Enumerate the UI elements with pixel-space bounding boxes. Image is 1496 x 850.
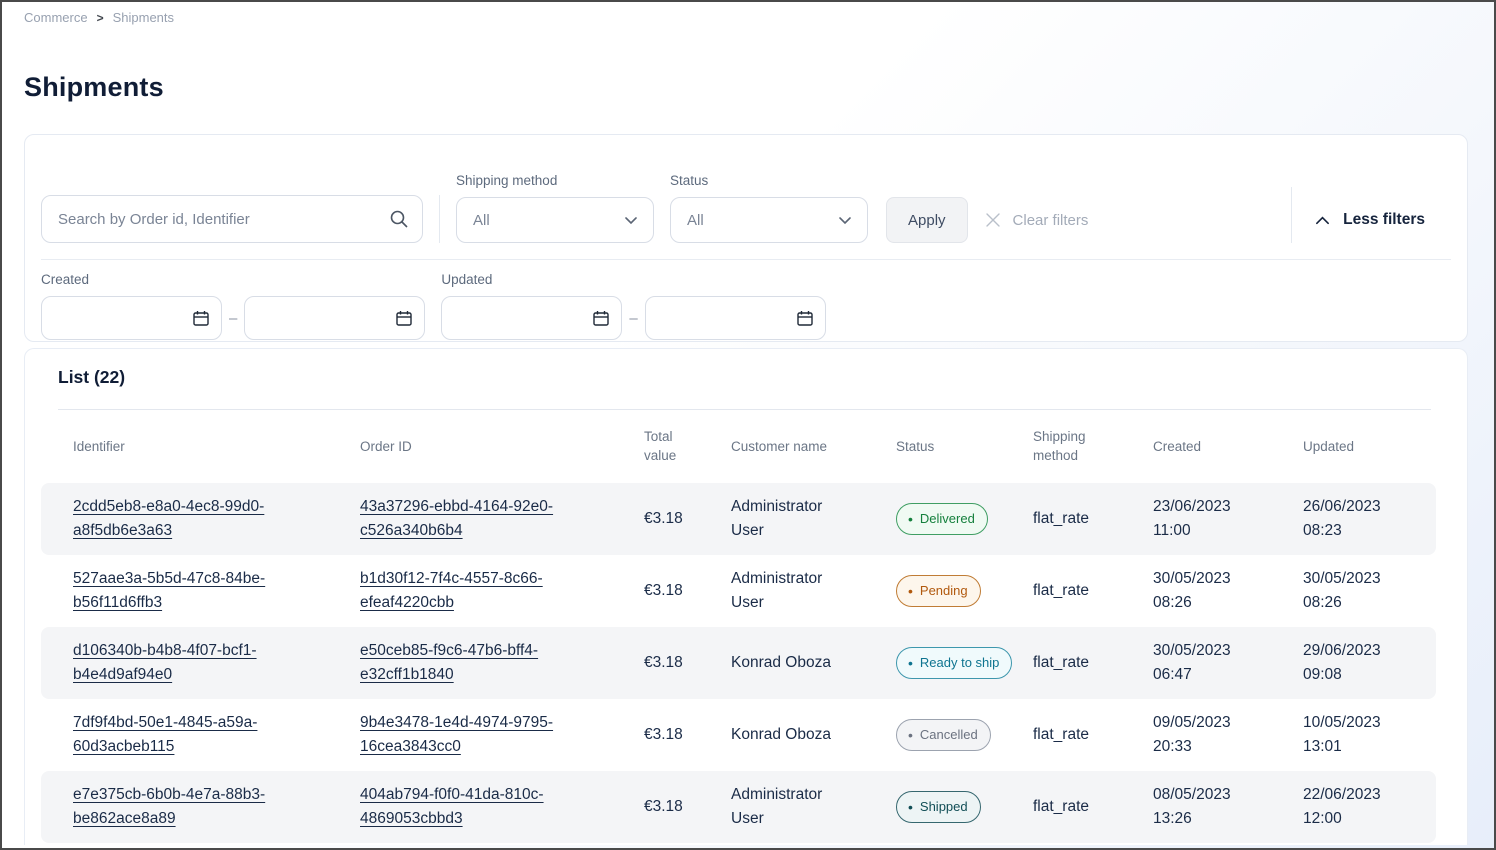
status-badge: Ready to ship [896,647,1012,679]
order-id-link[interactable]: 43a37296-ebbd-4164-92e0-c526a340b6b4 [360,498,553,539]
table-body: 2cdd5eb8-e8a0-4ec8-99d0-a8f5db6e3a63 43a… [41,483,1436,843]
search-icon [389,209,409,229]
filter-row-divider [41,259,1451,260]
status-badge: Delivered [896,503,988,535]
table-row[interactable]: 7df9f4bd-50e1-4845-a59a-60d3acbeb115 9b4… [41,699,1436,771]
filter-divider [439,195,440,243]
total-value: €3.18 [644,579,731,603]
identifier-link[interactable]: e7e375cb-6b0b-4e7a-88b3-be862ace8a89 [73,786,265,827]
breadcrumb-shipments: Shipments [113,10,174,25]
shipping-method-label: Shipping method [456,173,654,188]
column-header-order-id: Order ID [360,439,644,454]
chevron-down-icon [837,212,853,228]
table-row[interactable]: 527aae3a-5b5d-47c8-84be-b56f11d6ffb3 b1d… [41,555,1436,627]
column-header-identifier: Identifier [73,439,360,454]
filters-panel: Shipping method All Status All [24,134,1468,342]
created-at: 08/05/2023 13:26 [1153,783,1253,831]
shipping-method: flat_rate [1033,579,1153,603]
column-header-status: Status [896,439,1033,454]
status-filter: Status All [670,173,868,243]
total-value: €3.18 [644,795,731,819]
customer-name: Administrator User [731,567,856,615]
status-badge: Shipped [896,791,981,823]
range-separator: – [229,310,237,327]
search-wrap [41,195,423,243]
chevron-down-icon [623,212,639,228]
table-header: Identifier Order ID Total value Customer… [41,410,1434,483]
filter-divider [1291,187,1292,243]
shipments-page: Commerce > Shipments Shipments Shipping … [0,0,1496,850]
shipping-method: flat_rate [1033,795,1153,819]
status-badge: Cancelled [896,719,991,751]
breadcrumb-separator: > [97,11,104,25]
shipping-method-select[interactable]: All [456,197,654,243]
created-at: 09/05/2023 20:33 [1153,711,1253,759]
customer-name: Administrator User [731,783,856,831]
status-label: Status [670,173,868,188]
created-at: 30/05/2023 06:47 [1153,639,1253,687]
calendar-icon [592,309,610,327]
created-label: Created [41,272,425,287]
total-value: €3.18 [644,723,731,747]
column-header-updated: Updated [1303,439,1434,454]
calendar-icon [192,309,210,327]
range-separator: – [629,310,637,327]
shipments-list-panel: List (22) Identifier Order ID Total valu… [24,348,1468,845]
total-value: €3.18 [644,507,731,531]
updated-label: Updated [441,272,825,287]
order-id-link[interactable]: e50ceb85-f9c6-47b6-bff4-e32cff1b1840 [360,642,538,683]
shipping-method: flat_rate [1033,507,1153,531]
shipping-method: flat_rate [1033,651,1153,675]
status-select[interactable]: All [670,197,868,243]
shipping-method-value: All [473,212,490,229]
status-value: All [687,212,704,229]
updated-at: 26/06/2023 08:23 [1303,495,1403,543]
total-value: €3.18 [644,651,731,675]
created-date-filter: Created – [41,272,425,340]
order-id-link[interactable]: 404ab794-f0f0-41da-810c-4869053cbbd3 [360,786,544,827]
customer-name: Administrator User [731,495,856,543]
identifier-link[interactable]: 527aae3a-5b5d-47c8-84be-b56f11d6ffb3 [73,570,265,611]
shipping-method-filter: Shipping method All [456,173,654,243]
shipping-method: flat_rate [1033,723,1153,747]
column-header-customer-name: Customer name [731,439,896,454]
table-row[interactable]: e7e375cb-6b0b-4e7a-88b3-be862ace8a89 404… [41,771,1436,843]
status-badge: Pending [896,575,981,607]
created-at: 30/05/2023 08:26 [1153,567,1253,615]
clear-filters-button[interactable]: Clear filters [984,197,1089,243]
breadcrumb: Commerce > Shipments [24,10,174,25]
identifier-link[interactable]: 2cdd5eb8-e8a0-4ec8-99d0-a8f5db6e3a63 [73,498,264,539]
column-header-shipping-method: Shipping method [1033,428,1153,466]
column-header-total-value: Total value [644,428,731,466]
order-id-link[interactable]: b1d30f12-7f4c-4557-8c66-efeaf4220cbb [360,570,543,611]
search-input[interactable] [41,195,423,243]
chevron-up-icon [1314,212,1331,229]
apply-button[interactable]: Apply [886,197,968,243]
table-row[interactable]: d106340b-b4b8-4f07-bcf1-b4e4d9af94e0 e50… [41,627,1436,699]
updated-date-filter: Updated – [441,272,825,340]
table-row[interactable]: 2cdd5eb8-e8a0-4ec8-99d0-a8f5db6e3a63 43a… [41,483,1436,555]
clear-filters-label: Clear filters [1013,212,1089,229]
less-filters-toggle[interactable]: Less filters [1314,197,1425,243]
close-icon [984,211,1002,229]
calendar-icon [395,309,413,327]
identifier-link[interactable]: d106340b-b4b8-4f07-bcf1-b4e4d9af94e0 [73,642,257,683]
less-filters-label: Less filters [1343,211,1425,229]
column-header-created: Created [1153,439,1303,454]
identifier-link[interactable]: 7df9f4bd-50e1-4845-a59a-60d3acbeb115 [73,714,257,755]
page-title: Shipments [24,72,164,103]
calendar-icon [796,309,814,327]
customer-name: Konrad Oboza [731,723,856,747]
breadcrumb-commerce[interactable]: Commerce [24,10,88,25]
order-id-link[interactable]: 9b4e3478-1e4d-4974-9795-16cea3843cc0 [360,714,553,755]
updated-at: 29/06/2023 09:08 [1303,639,1403,687]
updated-at: 30/05/2023 08:26 [1303,567,1403,615]
updated-at: 10/05/2023 13:01 [1303,711,1403,759]
updated-at: 22/06/2023 12:00 [1303,783,1403,831]
created-at: 23/06/2023 11:00 [1153,495,1253,543]
list-title: List (22) [58,367,1467,388]
customer-name: Konrad Oboza [731,651,856,675]
